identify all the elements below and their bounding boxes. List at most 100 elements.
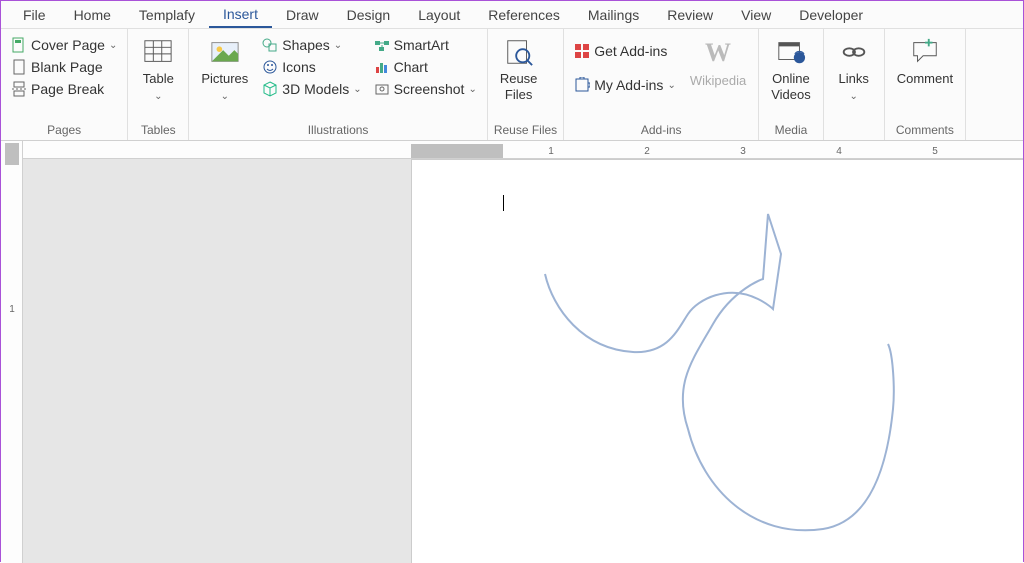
3d-models-button[interactable]: 3D Models ⌄ [258, 79, 365, 99]
hruler-mark: 2 [599, 146, 695, 157]
chevron-down-icon: ⌄ [334, 40, 342, 51]
screenshot-button[interactable]: Screenshot ⌄ [370, 79, 481, 99]
chevron-down-icon: ⌄ [221, 91, 229, 102]
blank-page-button[interactable]: Blank Page [7, 57, 121, 77]
chevron-down-icon: ⌄ [154, 91, 162, 102]
reuse-files-label: Reuse Files [500, 71, 538, 102]
tab-design[interactable]: Design [333, 3, 405, 27]
chart-button[interactable]: Chart [370, 57, 481, 77]
shapes-icon [262, 37, 278, 53]
tab-mailings[interactable]: Mailings [574, 3, 653, 27]
group-pages: Cover Page ⌄ Blank Page Page Break Pages [1, 29, 128, 140]
wikipedia-label: Wikipedia [690, 73, 746, 89]
3d-models-icon [262, 81, 278, 97]
vertical-ruler[interactable]: 1 [1, 141, 23, 563]
links-label: Links [839, 71, 869, 86]
blank-page-label: Blank Page [31, 59, 103, 75]
page-break-label: Page Break [31, 81, 104, 97]
tab-insert[interactable]: Insert [209, 2, 272, 28]
smartart-button[interactable]: SmartArt [370, 35, 481, 55]
get-addins-label: Get Add-ins [594, 43, 667, 59]
my-addins-icon [574, 77, 590, 93]
group-illustrations-label: Illustrations [195, 121, 481, 140]
tab-home[interactable]: Home [60, 3, 125, 27]
cover-page-icon [11, 37, 27, 53]
ribbon: Cover Page ⌄ Blank Page Page Break Pages… [1, 29, 1023, 141]
links-icon [839, 37, 869, 67]
reuse-files-button[interactable]: Reuse Files [494, 35, 544, 104]
icons-button[interactable]: Icons [258, 57, 365, 77]
group-illustrations: Pictures ⌄ Shapes ⌄ Icons 3D Models ⌄ [189, 29, 488, 140]
group-reuse-files-label: Reuse Files [494, 121, 557, 140]
hruler-mark: 4 [791, 146, 887, 157]
comment-icon [910, 37, 940, 67]
icons-icon [262, 59, 278, 75]
table-button[interactable]: Table ⌄ [134, 35, 182, 105]
tab-developer[interactable]: Developer [785, 3, 877, 27]
pictures-icon [210, 37, 240, 67]
smartart-icon [374, 37, 390, 53]
shapes-label: Shapes [282, 37, 329, 53]
group-addins: Get Add-ins My Add-ins ⌄ W Wikipedia Add… [564, 29, 759, 140]
smartart-label: SmartArt [394, 37, 449, 53]
cover-page-button[interactable]: Cover Page ⌄ [7, 35, 121, 55]
table-label: Table [143, 71, 174, 86]
tab-templafy[interactable]: Templafy [125, 3, 209, 27]
group-pages-label: Pages [7, 121, 121, 140]
group-tables: Table ⌄ Tables [128, 29, 189, 140]
vruler-mark: 1 [5, 261, 19, 357]
online-videos-icon [776, 37, 806, 67]
tab-review[interactable]: Review [653, 3, 727, 27]
chevron-down-icon: ⌄ [353, 84, 361, 95]
ribbon-tabs: File Home Templafy Insert Draw Design La… [1, 1, 1023, 29]
comment-button[interactable]: Comment [891, 35, 959, 89]
chevron-down-icon: ⌄ [109, 40, 117, 51]
page-break-button[interactable]: Page Break [7, 79, 121, 99]
hruler-mark: 3 [695, 146, 791, 157]
tab-references[interactable]: References [474, 3, 574, 27]
my-addins-button[interactable]: My Add-ins ⌄ [570, 75, 680, 95]
wikipedia-button[interactable]: W Wikipedia [684, 35, 752, 91]
group-media: Online Videos Media [759, 29, 824, 140]
group-links-label [830, 135, 878, 140]
tab-draw[interactable]: Draw [272, 3, 333, 27]
horizontal-ruler[interactable]: 1 2 3 4 5 [23, 141, 1023, 159]
online-videos-button[interactable]: Online Videos [765, 35, 817, 104]
workspace: 1 1 2 3 4 5 [1, 141, 1023, 563]
group-tables-label: Tables [134, 121, 182, 140]
chevron-down-icon: ⌄ [667, 80, 675, 91]
icons-label: Icons [282, 59, 315, 75]
shapes-button[interactable]: Shapes ⌄ [258, 35, 365, 55]
chevron-down-icon: ⌄ [850, 91, 858, 102]
get-addins-button[interactable]: Get Add-ins [570, 41, 680, 61]
links-button[interactable]: Links ⌄ [830, 35, 878, 105]
tab-view[interactable]: View [727, 3, 785, 27]
hruler-mark: 5 [887, 146, 983, 157]
document-canvas[interactable] [23, 159, 1023, 563]
tab-layout[interactable]: Layout [404, 3, 474, 27]
page-break-icon [11, 81, 27, 97]
comment-label: Comment [897, 71, 953, 87]
screenshot-label: Screenshot [394, 81, 465, 97]
group-links: Links ⌄ [824, 29, 885, 140]
group-addins-label: Add-ins [570, 121, 752, 140]
group-comments: Comment Comments [885, 29, 966, 140]
chevron-down-icon: ⌄ [468, 84, 476, 95]
group-comments-label: Comments [891, 121, 959, 140]
chart-label: Chart [394, 59, 428, 75]
ink-drawing [433, 159, 993, 563]
3d-models-label: 3D Models [282, 81, 349, 97]
chart-icon [374, 59, 390, 75]
cover-page-label: Cover Page [31, 37, 105, 53]
screenshot-icon [374, 81, 390, 97]
online-videos-label: Online Videos [771, 71, 811, 102]
pictures-button[interactable]: Pictures ⌄ [195, 35, 254, 105]
tab-file[interactable]: File [9, 3, 60, 27]
group-reuse-files: Reuse Files Reuse Files [488, 29, 564, 140]
pictures-label: Pictures [201, 71, 248, 86]
hruler-mark: 1 [503, 146, 599, 157]
my-addins-label: My Add-ins [594, 77, 663, 93]
reuse-files-icon [504, 37, 534, 67]
table-icon [143, 37, 173, 67]
blank-page-icon [11, 59, 27, 75]
